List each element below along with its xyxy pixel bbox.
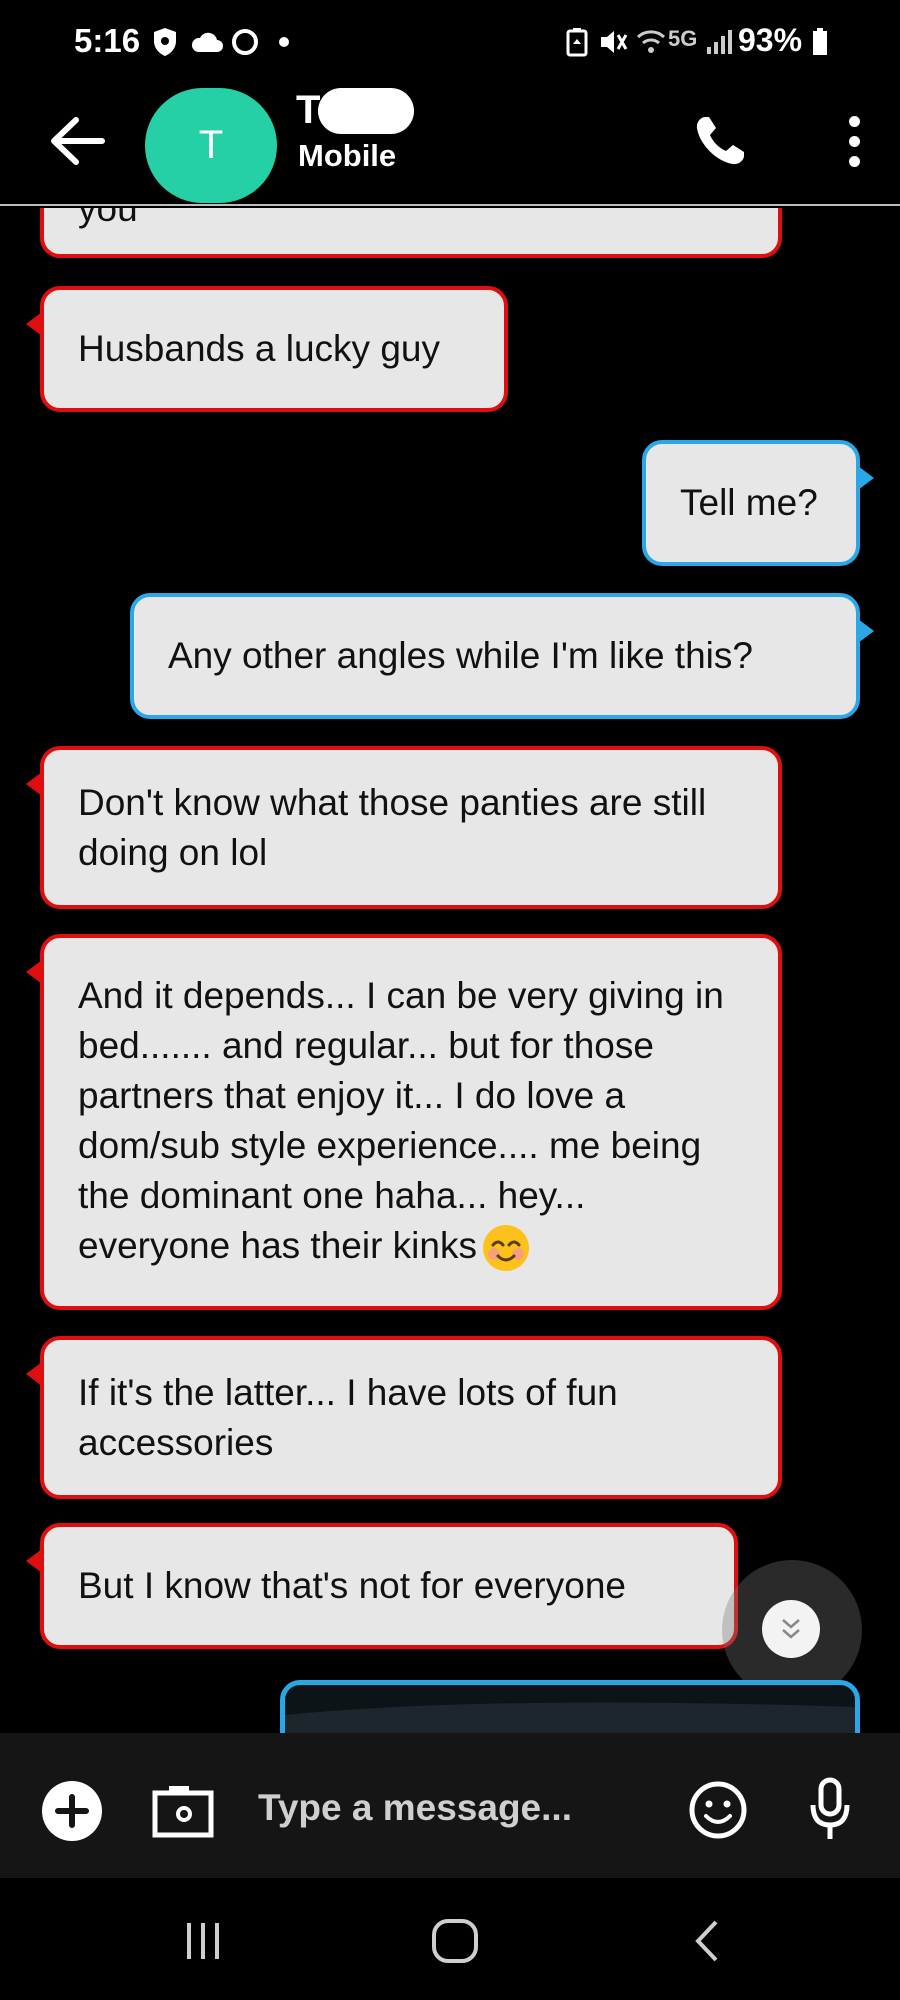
back-icon [695, 1920, 718, 1962]
mute-icon [598, 24, 628, 60]
message-text: Any other angles while I'm like this? [168, 635, 753, 676]
emoji-icon [689, 1781, 747, 1839]
nav-back-button[interactable] [672, 1908, 742, 1974]
message-input[interactable] [258, 1773, 658, 1843]
cloud-icon [190, 24, 224, 60]
message-incoming[interactable]: Husbands a lucky guy [26, 286, 508, 412]
signal-icon [706, 24, 734, 60]
battery-percent: 93% [738, 22, 803, 58]
phone-icon [696, 117, 744, 165]
message-text: Don't know what those panties are still … [78, 781, 707, 873]
message-text: But I know that's not for everyone [78, 1565, 626, 1606]
status-time: 5:16 [74, 22, 141, 59]
plus-icon [55, 1794, 89, 1828]
message-composer [0, 1733, 900, 1878]
avatar[interactable]: T [145, 88, 277, 203]
scroll-to-bottom-button[interactable] [762, 1600, 820, 1658]
add-attachment-button[interactable] [42, 1781, 102, 1841]
battery-icon [812, 24, 828, 60]
more-vert-icon [848, 115, 860, 127]
smiling-face-emoji-icon [482, 1225, 529, 1272]
message-outgoing[interactable]: Any other angles while I'm like this? [130, 593, 874, 719]
emoji-button[interactable] [686, 1778, 750, 1842]
contact-subtitle: Mobile [298, 138, 397, 173]
contact-name: T [296, 88, 321, 132]
system-navigation-bar [0, 1878, 900, 2000]
back-arrow-icon [51, 117, 105, 165]
more-options-button[interactable] [834, 106, 874, 176]
recents-icon [187, 1923, 219, 1959]
message-outgoing[interactable]: Tell me? [642, 440, 874, 566]
message-text: If it's the latter... I have lots of fun… [78, 1371, 618, 1463]
home-icon [432, 1919, 478, 1963]
message-incoming[interactable]: But I know that's not for everyone [26, 1523, 738, 1649]
network-type: 5G [668, 26, 698, 51]
status-bar: 5:16 5G 93% [0, 0, 900, 88]
redacted-name [318, 88, 414, 134]
chevron-double-down-icon [782, 1619, 800, 1639]
conversation-header: T T Mobile [0, 88, 900, 206]
message-incoming[interactable]: And it depends... I can be very giving i… [26, 934, 782, 1310]
back-button[interactable] [42, 106, 112, 176]
battery-saver-icon [566, 24, 588, 60]
mic-icon [810, 1777, 850, 1839]
message-incoming[interactable]: you [40, 208, 782, 258]
message-text: Tell me? [680, 482, 818, 523]
dot-icon [278, 24, 290, 60]
wifi-icon [636, 24, 666, 60]
message-text: you [78, 208, 138, 229]
home-button[interactable] [420, 1908, 490, 1974]
camera-icon [152, 1786, 214, 1838]
message-text: Husbands a lucky guy [78, 328, 440, 369]
recents-button[interactable] [168, 1908, 238, 1974]
voice-message-button[interactable] [800, 1773, 860, 1847]
shield-icon [152, 24, 178, 60]
message-list[interactable]: you Husbands a lucky guy Tell me? Any ot… [0, 208, 900, 1732]
message-text: And it depends... I can be very giving i… [78, 971, 744, 1273]
call-button[interactable] [685, 106, 755, 176]
message-incoming[interactable]: Don't know what those panties are still … [26, 746, 782, 909]
camera-button[interactable] [150, 1778, 216, 1844]
message-incoming[interactable]: If it's the latter... I have lots of fun… [26, 1336, 782, 1499]
sync-icon [230, 24, 260, 60]
